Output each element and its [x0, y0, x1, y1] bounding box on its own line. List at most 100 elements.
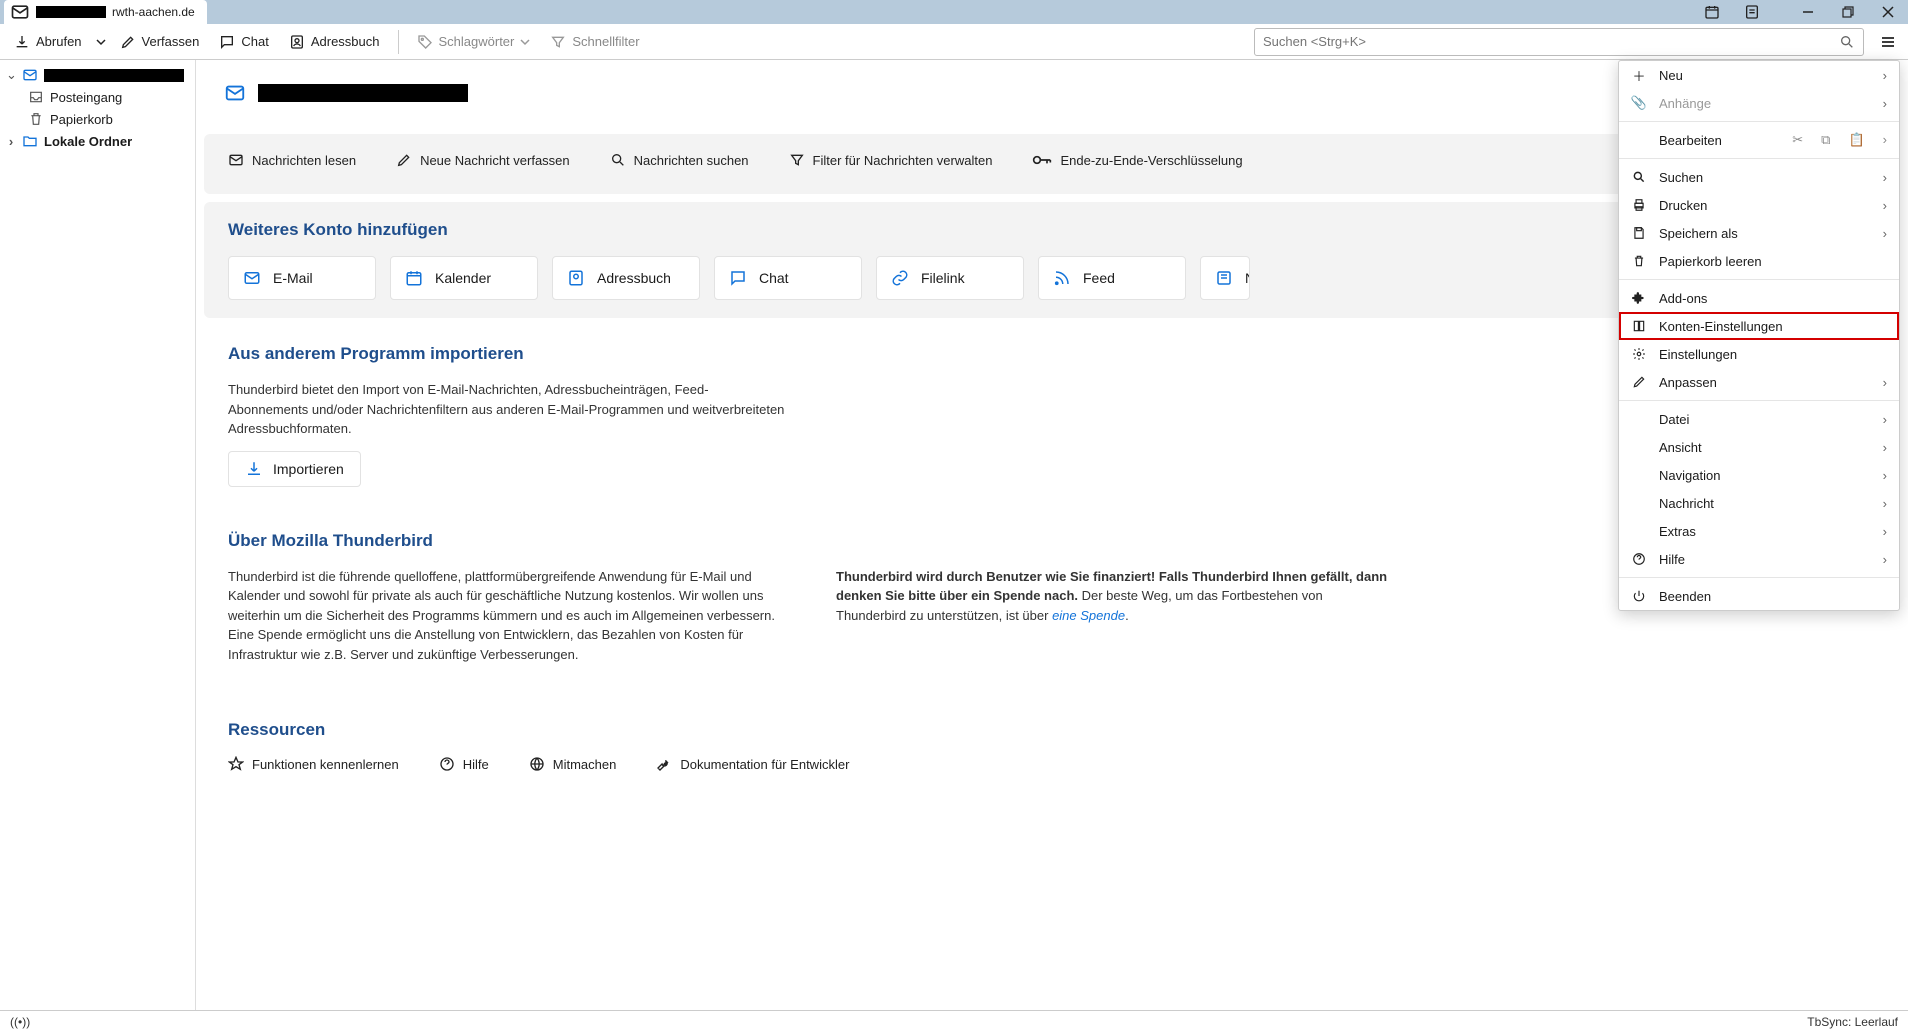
- menu-settings[interactable]: Einstellungen: [1619, 340, 1899, 368]
- tags-button[interactable]: Schlagwörter: [409, 30, 539, 54]
- menu-search[interactable]: Suchen›: [1619, 163, 1899, 191]
- menu-extras[interactable]: Extras›: [1619, 517, 1899, 545]
- menu-quit[interactable]: Beenden: [1619, 582, 1899, 610]
- window-controls: [1692, 0, 1908, 24]
- close-button[interactable]: [1868, 0, 1908, 24]
- card-addressbook[interactable]: Adressbuch: [552, 256, 700, 300]
- sidebar: ⌄ Posteingang Papierkorb › Lokale Ordner: [0, 60, 196, 1010]
- maximize-button[interactable]: [1828, 0, 1868, 24]
- import-icon: [245, 460, 263, 478]
- menu-account-settings[interactable]: Konten-Einstellungen: [1619, 312, 1899, 340]
- tbsync-status: TbSync: Leerlauf: [1807, 1015, 1898, 1029]
- star-icon: [228, 756, 244, 772]
- addressbook-label: Adressbuch: [311, 34, 380, 49]
- action-search[interactable]: Nachrichten suchen: [610, 152, 749, 168]
- card-filelink[interactable]: Filelink: [876, 256, 1024, 300]
- chevron-right-icon[interactable]: ›: [1883, 132, 1887, 148]
- compose-button[interactable]: Verfassen: [112, 30, 208, 54]
- menu-saveas-label: Speichern als: [1659, 226, 1738, 241]
- copy-icon[interactable]: ⧉: [1821, 132, 1830, 148]
- res-help[interactable]: Hilfe: [439, 756, 489, 772]
- search-box[interactable]: [1254, 28, 1864, 56]
- toolbar: Abrufen Verfassen Chat Adressbuch Schlag…: [0, 24, 1908, 60]
- chat-button[interactable]: Chat: [211, 30, 276, 54]
- cut-icon[interactable]: ✂: [1792, 132, 1803, 148]
- filter-icon: [550, 34, 566, 50]
- minimize-icon: [1802, 6, 1814, 18]
- link-icon: [891, 269, 909, 287]
- activity-icon: ((•)): [10, 1015, 30, 1029]
- chat-icon: [219, 34, 235, 50]
- res-features[interactable]: Funktionen kennenlernen: [228, 756, 399, 772]
- fetch-dropdown[interactable]: [94, 33, 108, 51]
- book-icon: [1631, 318, 1647, 334]
- card-feed[interactable]: Feed: [1038, 256, 1186, 300]
- action-search-label: Nachrichten suchen: [634, 153, 749, 168]
- save-icon: [1631, 225, 1647, 241]
- paste-icon[interactable]: 📋: [1848, 132, 1864, 148]
- donate-link[interactable]: eine Spende: [1052, 608, 1125, 623]
- fetch-button[interactable]: Abrufen: [6, 30, 90, 54]
- minimize-button[interactable]: [1788, 0, 1828, 24]
- menu-navigation[interactable]: Navigation›: [1619, 461, 1899, 489]
- menu-extras-label: Extras: [1659, 524, 1696, 539]
- menu-view[interactable]: Ansicht›: [1619, 433, 1899, 461]
- calendar-button[interactable]: [1692, 0, 1732, 24]
- action-read[interactable]: Nachrichten lesen: [228, 152, 356, 168]
- chevron-right-icon: ›: [1883, 375, 1887, 390]
- tree-trash[interactable]: Papierkorb: [0, 108, 195, 130]
- tag-icon: [417, 34, 433, 50]
- tree-local-folders[interactable]: › Lokale Ordner: [0, 130, 195, 152]
- card-chat[interactable]: Chat: [714, 256, 862, 300]
- card-feed-label: Feed: [1083, 270, 1115, 286]
- addressbook-icon: [567, 269, 585, 287]
- menu-file-label: Datei: [1659, 412, 1689, 427]
- gear-icon: [1631, 346, 1647, 362]
- menu-saveas[interactable]: Speichern als›: [1619, 219, 1899, 247]
- res-help-label: Hilfe: [463, 757, 489, 772]
- card-calendar[interactable]: Kalender: [390, 256, 538, 300]
- card-addressbook-label: Adressbuch: [597, 270, 671, 286]
- res-involved[interactable]: Mitmachen: [529, 756, 617, 772]
- tree-account[interactable]: ⌄: [0, 64, 195, 86]
- tasks-button[interactable]: [1732, 0, 1772, 24]
- addressbook-button[interactable]: Adressbuch: [281, 30, 388, 54]
- menu-file[interactable]: Datei›: [1619, 405, 1899, 433]
- action-e2e[interactable]: Ende-zu-Ende-Verschlüsselung: [1032, 152, 1242, 168]
- menu-emptytrash[interactable]: Papierkorb leeren: [1619, 247, 1899, 275]
- res-devdocs[interactable]: Dokumentation für Entwickler: [656, 756, 849, 772]
- import-button[interactable]: Importieren: [228, 451, 361, 487]
- res-devdocs-label: Dokumentation für Entwickler: [680, 757, 849, 772]
- chevron-right-icon: ›: [1883, 552, 1887, 567]
- action-compose[interactable]: Neue Nachricht verfassen: [396, 152, 570, 168]
- action-filters[interactable]: Filter für Nachrichten verwalten: [789, 152, 993, 168]
- help-icon: [1631, 551, 1647, 567]
- menu-print[interactable]: Drucken›: [1619, 191, 1899, 219]
- action-e2e-label: Ende-zu-Ende-Verschlüsselung: [1060, 153, 1242, 168]
- chat-label: Chat: [241, 34, 268, 49]
- menu-addons[interactable]: Add-ons: [1619, 284, 1899, 312]
- tab-suffix: rwth-aachen.de: [112, 5, 195, 19]
- menu-quit-label: Beenden: [1659, 589, 1711, 604]
- menu-customize[interactable]: Anpassen›: [1619, 368, 1899, 396]
- pencil-icon: [120, 34, 136, 50]
- menu-new[interactable]: ＋Neu›: [1619, 61, 1899, 89]
- tasks-icon: [1744, 4, 1760, 20]
- app-menu-button[interactable]: [1874, 28, 1902, 56]
- chevron-right-icon: ›: [1883, 440, 1887, 455]
- menu-message[interactable]: Nachricht›: [1619, 489, 1899, 517]
- card-newsgroup[interactable]: N: [1200, 256, 1250, 300]
- quickfilter-button[interactable]: Schnellfilter: [542, 30, 647, 54]
- search-input[interactable]: [1263, 34, 1839, 49]
- menu-help[interactable]: Hilfe›: [1619, 545, 1899, 573]
- menu-navigation-label: Navigation: [1659, 468, 1720, 483]
- action-read-label: Nachrichten lesen: [252, 153, 356, 168]
- menu-settings-label: Einstellungen: [1659, 347, 1737, 362]
- plus-icon: ＋: [1631, 67, 1647, 83]
- tab-account[interactable]: rwth-aachen.de: [4, 0, 207, 24]
- card-email[interactable]: E-Mail: [228, 256, 376, 300]
- tree-inbox[interactable]: Posteingang: [0, 86, 195, 108]
- mail-icon: [22, 67, 38, 83]
- menu-print-label: Drucken: [1659, 198, 1707, 213]
- import-para: Thunderbird bietet den Import von E-Mail…: [228, 380, 788, 439]
